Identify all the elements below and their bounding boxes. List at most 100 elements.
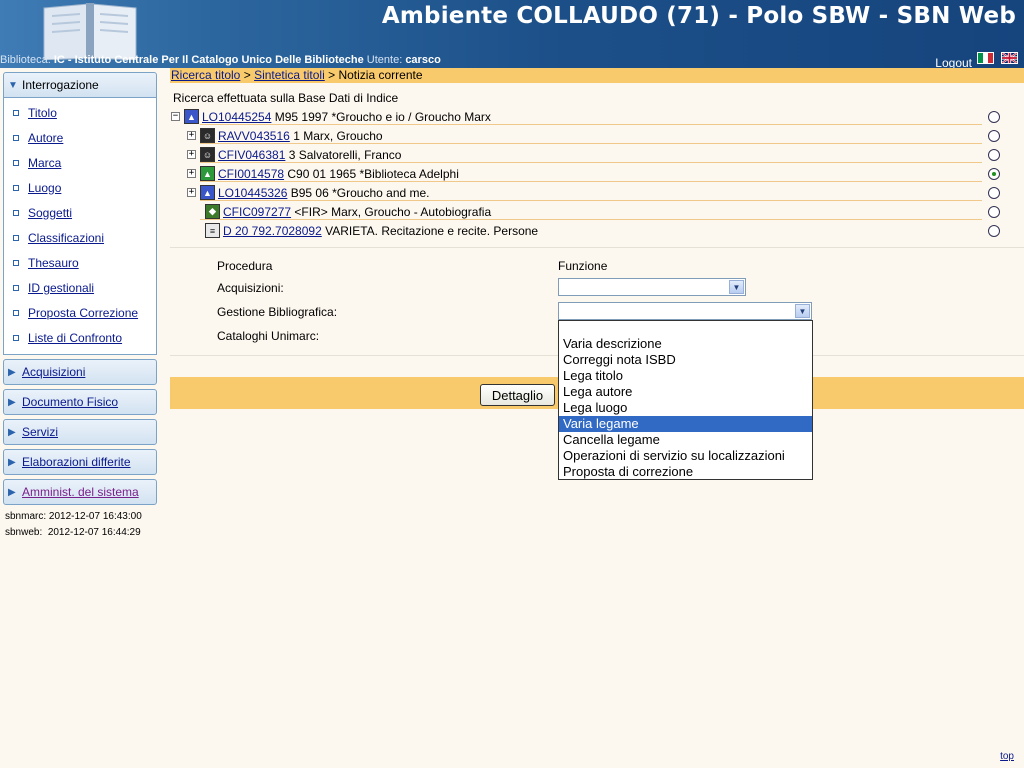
record-description: VARIETA. Recitazione e recite. Persone	[325, 223, 539, 238]
sidebar-item-thesauro[interactable]: Thesauro	[4, 250, 156, 275]
app-header: Ambiente COLLAUDO (71) - Polo SBW - SBN …	[0, 0, 1024, 68]
sidebar-item-classificazioni[interactable]: Classificazioni	[4, 225, 156, 250]
search-info-text: Ricerca effettuata sulla Base Dati di In…	[173, 91, 399, 105]
collapsed-arrow-icon: ▶	[8, 486, 16, 498]
server-timestamps: sbnmarc: 2012-12-07 16:43:00 sbnweb: 201…	[3, 509, 157, 541]
record-code-link[interactable]: CFIV046381	[218, 148, 285, 162]
sidebar-item-liste-di-confronto[interactable]: Liste di Confronto	[4, 325, 156, 350]
top-link[interactable]: top	[1000, 751, 1014, 762]
sidebar-item-titolo[interactable]: Titolo	[4, 100, 156, 125]
italian-flag-icon[interactable]	[977, 52, 994, 64]
record-code-link[interactable]: LO10445254	[202, 110, 271, 124]
option-cancella-legame[interactable]: Cancella legame	[559, 432, 812, 448]
section-label[interactable]: Documento Fisico	[22, 395, 118, 409]
record-description: M95 1997 *Groucho e io / Groucho Marx	[274, 109, 491, 124]
option-varia-legame[interactable]: Varia legame	[559, 416, 812, 432]
option-proposta-di-correzione[interactable]: Proposta di correzione	[559, 464, 812, 480]
expand-toggle-icon[interactable]: +	[187, 150, 196, 159]
logout-link[interactable]: Logout	[935, 56, 972, 68]
bullet-icon	[13, 284, 19, 291]
sidebar-section-servizi[interactable]: ▶ Servizi	[3, 419, 157, 445]
expand-toggle-icon[interactable]: +	[187, 188, 196, 197]
classification-icon: ≡	[205, 223, 220, 238]
expand-toggle-icon[interactable]: +	[187, 131, 196, 140]
record-code-link[interactable]: CFI0014578	[218, 167, 284, 181]
bullet-icon	[13, 134, 19, 141]
tree-row: + ☺ CFIV046381 3 Salvatorelli, Franco	[170, 145, 1024, 164]
chevron-down-icon[interactable]: ▼	[729, 280, 744, 294]
row-divider	[200, 181, 982, 182]
section-label[interactable]: Acquisizioni	[22, 365, 85, 379]
record-radio[interactable]	[988, 130, 1000, 142]
breadcrumb-ricerca-titolo[interactable]: Ricerca titolo	[171, 68, 240, 82]
sidebar-section-documento-fisico[interactable]: ▶ Documento Fisico	[3, 389, 157, 415]
sidebar-item-autore[interactable]: Autore	[4, 125, 156, 150]
sidebar-item-label[interactable]: ID gestionali	[28, 281, 94, 295]
sidebar-item-proposta-correzione[interactable]: Proposta Correzione	[4, 300, 156, 325]
option-varia-descrizione[interactable]: Varia descrizione	[559, 336, 812, 352]
sidebar-items: Titolo Autore Marca Luogo Soggetti Class…	[3, 98, 157, 355]
breadcrumb: Ricerca titolo > Sintetica titoli > Noti…	[170, 68, 1024, 83]
sidebar-section-amministrazione[interactable]: ▶ Amminist. del sistema	[3, 479, 157, 505]
sidebar-item-label[interactable]: Marca	[28, 156, 61, 170]
record-code-link[interactable]: D 20 792.7028092	[223, 224, 322, 238]
sidebar: ▼ Interrogazione Titolo Autore Marca Luo…	[3, 72, 157, 541]
library-info-bar: Biblioteca: IC - Istituto Centrale Per I…	[0, 54, 1024, 68]
record-radio[interactable]	[988, 206, 1000, 218]
sidebar-item-id-gestionali[interactable]: ID gestionali	[4, 275, 156, 300]
record-code-link[interactable]: RAVV043516	[218, 129, 290, 143]
environment-title: Ambiente COLLAUDO (71) - Polo SBW - SBN …	[381, 3, 1016, 29]
acquisizioni-select[interactable]: ▼	[558, 278, 746, 296]
row-divider	[200, 219, 982, 220]
record-radio[interactable]	[988, 149, 1000, 161]
record-radio[interactable]	[988, 111, 1000, 123]
library-label: Biblioteca:	[0, 54, 51, 66]
bullet-icon	[13, 184, 19, 191]
record-code-link[interactable]: CFIC097277	[223, 205, 291, 219]
option-lega-autore[interactable]: Lega autore	[559, 384, 812, 400]
section-label[interactable]: Servizi	[22, 425, 58, 439]
row-divider	[200, 143, 982, 144]
author-icon: ☺	[200, 147, 215, 162]
option-correggi-nota-isbd[interactable]: Correggi nota ISBD	[559, 352, 812, 368]
gestione-bibliografica-select[interactable]: ▼	[558, 302, 812, 320]
sidebar-section-elaborazioni-differite[interactable]: ▶ Elaborazioni differite	[3, 449, 157, 475]
sidebar-item-marca[interactable]: Marca	[4, 150, 156, 175]
sidebar-item-luogo[interactable]: Luogo	[4, 175, 156, 200]
expand-toggle-icon[interactable]: +	[187, 169, 196, 178]
section-label[interactable]: Amminist. del sistema	[22, 485, 139, 499]
record-radio[interactable]	[988, 225, 1000, 237]
option-operazioni-servizio-localizzazioni[interactable]: Operazioni di servizio su localizzazioni	[559, 448, 812, 464]
user-value: carsco	[405, 54, 441, 66]
record-code-link[interactable]: LO10445326	[218, 186, 287, 200]
collapsed-arrow-icon: ▶	[8, 426, 16, 438]
record-description: 1 Marx, Groucho	[293, 128, 383, 143]
section-label[interactable]: Elaborazioni differite	[22, 455, 131, 469]
sidebar-item-label[interactable]: Titolo	[28, 106, 57, 120]
timestamp-value: 2012-12-07 16:44:29	[47, 527, 141, 538]
dettaglio-button[interactable]: Dettaglio	[480, 384, 555, 406]
option-lega-luogo[interactable]: Lega luogo	[559, 400, 812, 416]
bullet-icon	[13, 259, 19, 266]
sidebar-item-soggetti[interactable]: Soggetti	[4, 200, 156, 225]
record-radio-selected[interactable]	[988, 168, 1000, 180]
sidebar-item-label[interactable]: Proposta Correzione	[28, 306, 138, 320]
sidebar-item-label[interactable]: Soggetti	[28, 206, 72, 220]
chevron-down-icon[interactable]: ▼	[795, 304, 810, 318]
collapsed-arrow-icon: ▶	[8, 366, 16, 378]
sidebar-item-label[interactable]: Autore	[28, 131, 63, 145]
row-divider	[200, 200, 982, 201]
row-divider	[200, 124, 982, 125]
record-radio[interactable]	[988, 187, 1000, 199]
sidebar-item-label[interactable]: Thesauro	[28, 256, 79, 270]
sidebar-section-interrogazione[interactable]: ▼ Interrogazione	[3, 72, 157, 98]
breadcrumb-sintetica-titoli[interactable]: Sintetica titoli	[254, 68, 325, 82]
collapse-toggle-icon[interactable]: −	[171, 112, 180, 121]
sidebar-item-label[interactable]: Liste di Confronto	[28, 331, 122, 345]
sidebar-section-acquisizioni[interactable]: ▶ Acquisizioni	[3, 359, 157, 385]
tree-row: − ▲ LO10445254 M95 1997 *Groucho e io / …	[170, 107, 1024, 126]
option-lega-titolo[interactable]: Lega titolo	[559, 368, 812, 384]
english-flag-icon[interactable]	[1001, 52, 1018, 64]
sidebar-item-label[interactable]: Classificazioni	[28, 231, 104, 245]
sidebar-item-label[interactable]: Luogo	[28, 181, 61, 195]
